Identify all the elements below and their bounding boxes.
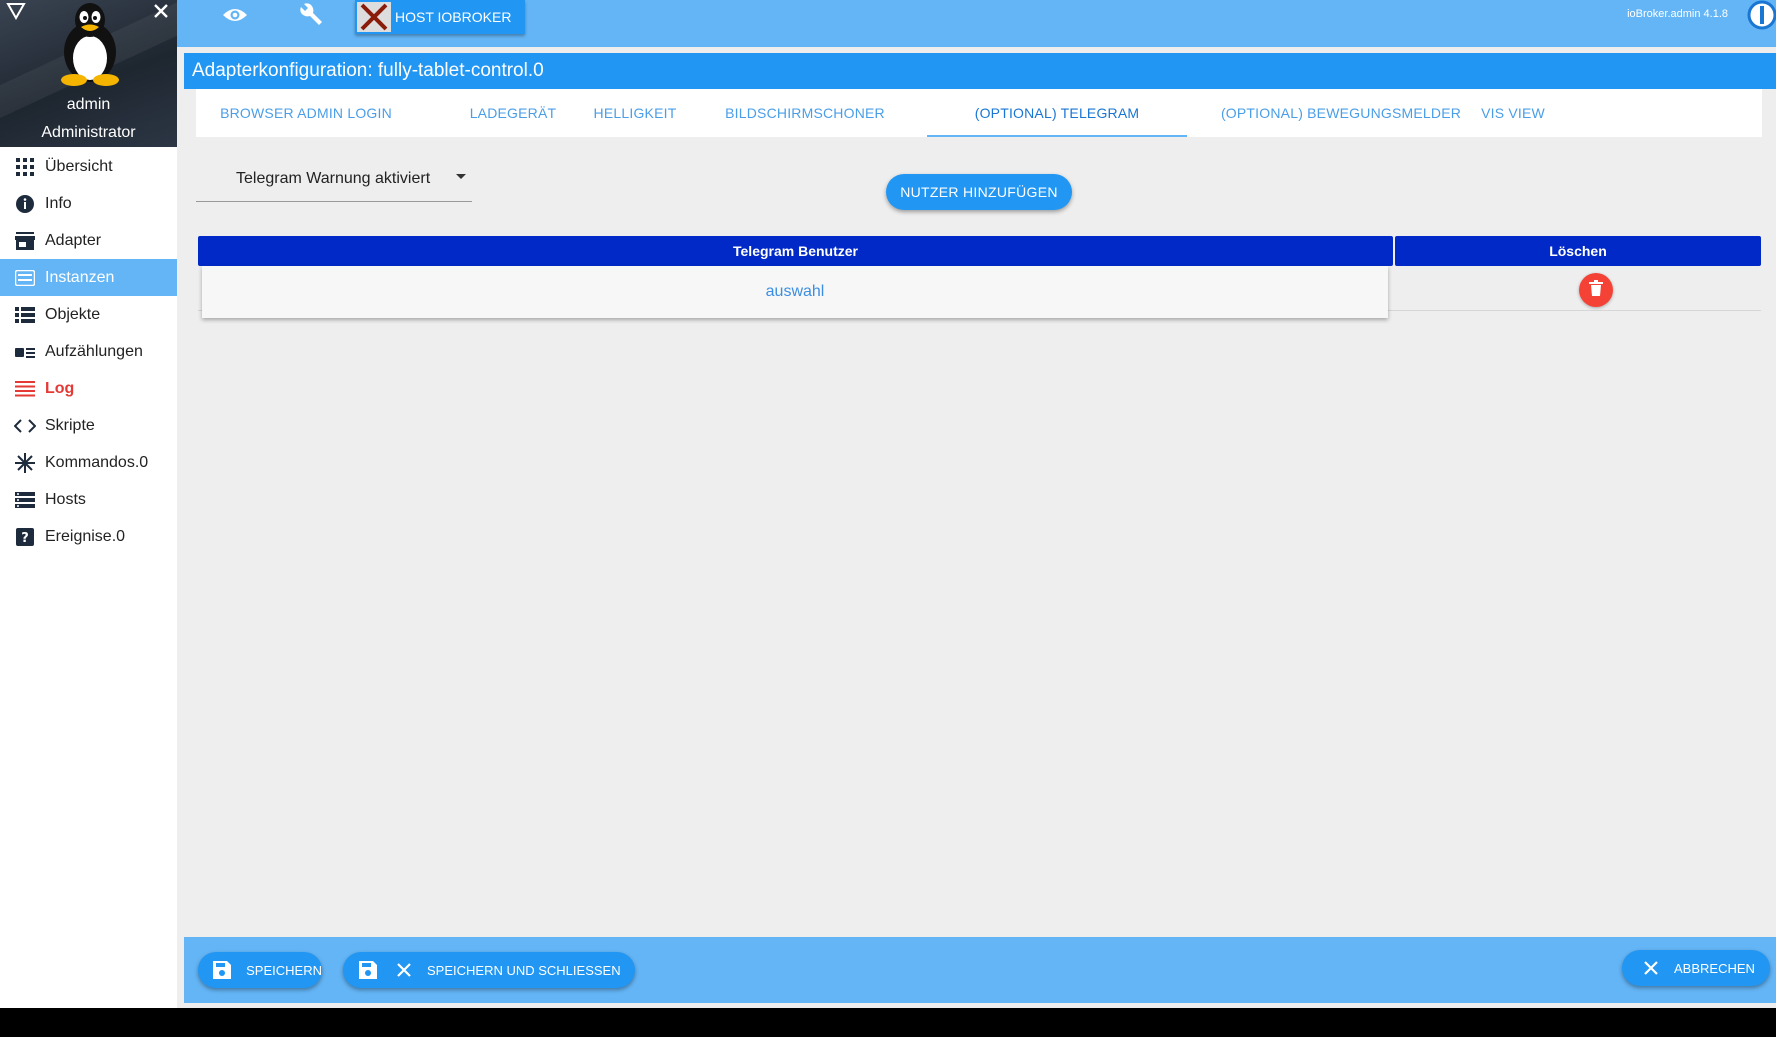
config-tabs: BROWSER ADMIN LOGIN LADEGERÄT HELLIGKEIT… xyxy=(196,89,1762,137)
snowflake-icon xyxy=(14,452,36,474)
iobroker-logo-icon xyxy=(1742,0,1776,32)
sidebar-item-scripts[interactable]: Skripte xyxy=(0,407,177,444)
page-title: Adapterkonfiguration: fully-tablet-contr… xyxy=(184,53,1776,89)
sidebar-item-log[interactable]: Log xyxy=(0,370,177,407)
bottom-action-bar: SPEICHERN SPEICHERN UND SCHLIESSEN ABBRE… xyxy=(184,937,1776,1003)
instances-icon xyxy=(14,267,36,289)
save-and-close-button[interactable]: SPEICHERN UND SCHLIESSEN xyxy=(343,952,635,988)
trash-icon xyxy=(1589,279,1603,301)
close-icon xyxy=(393,959,415,981)
sidebar-item-label: Ereignise.0 xyxy=(45,527,126,545)
bottom-strip xyxy=(0,1008,1776,1037)
host-status-x-icon xyxy=(357,2,391,32)
tab-ladegeraet[interactable]: LADEGERÄT xyxy=(458,89,568,137)
host-button[interactable]: HOST IOBROKER xyxy=(355,0,525,34)
sidebar-item-label: Kommandos.0 xyxy=(45,453,149,471)
sidebar-nav: Übersicht Info Adapter Instanzen Objekte xyxy=(0,148,177,555)
add-user-button[interactable]: NUTZER HINZUFÜGEN xyxy=(886,174,1072,210)
top-toolbar: HOST IOBROKER ioBroker.admin 4.1.8 xyxy=(177,0,1776,47)
user-panel: admin Administrator xyxy=(0,0,177,147)
column-header-user: Telegram Benutzer xyxy=(198,236,1393,266)
sidebar-item-label: Skripte xyxy=(45,416,95,434)
tab-browser-admin-login[interactable]: BROWSER ADMIN LOGIN xyxy=(206,89,406,137)
svg-text:?: ? xyxy=(21,531,29,546)
cancel-label: ABBRECHEN xyxy=(1674,960,1755,976)
sidebar-item-hosts[interactable]: Hosts xyxy=(0,481,177,518)
sidebar-item-label: Info xyxy=(45,194,72,212)
enum-icon xyxy=(14,341,36,363)
sidebar-item-label: Aufzählungen xyxy=(45,342,143,360)
save-label: SPEICHERN xyxy=(246,962,322,978)
cancel-button[interactable]: ABBRECHEN xyxy=(1622,950,1770,986)
sidebar-item-objects[interactable]: Objekte xyxy=(0,296,177,333)
help-icon: ? xyxy=(14,526,36,548)
column-header-delete: Löschen xyxy=(1395,236,1761,266)
user-role: Administrator xyxy=(41,124,136,141)
sidebar: admin Administrator Übersicht Info Adapt… xyxy=(0,0,177,1008)
store-icon xyxy=(14,230,36,252)
sidebar-item-enums[interactable]: Aufzählungen xyxy=(0,333,177,370)
floppy-icon xyxy=(212,959,232,981)
eye-icon[interactable] xyxy=(217,2,253,28)
tab-bildschirmschoner[interactable]: BILDSCHIRMSCHONER xyxy=(705,89,905,137)
hosts-icon xyxy=(14,489,36,511)
sidebar-item-label: Objekte xyxy=(45,305,101,323)
grid-icon xyxy=(14,156,36,178)
app-version: ioBroker.admin 4.1.8 xyxy=(1627,8,1728,20)
sidebar-item-label: Adapter xyxy=(45,231,102,249)
delete-row-button[interactable] xyxy=(1579,273,1613,307)
telegram-warning-select[interactable]: Telegram Warnung aktiviert xyxy=(196,160,472,202)
sidebar-item-adapter[interactable]: Adapter xyxy=(0,222,177,259)
sidebar-item-overview[interactable]: Übersicht xyxy=(0,148,177,185)
sidebar-item-commands[interactable]: Kommandos.0 xyxy=(0,444,177,481)
sidebar-item-label: Hosts xyxy=(45,490,86,508)
select-value: Telegram Warnung aktiviert xyxy=(236,170,431,187)
user-select-cell[interactable]: auswahl xyxy=(202,266,1388,318)
tab-optional-bewegungsmelder[interactable]: (OPTIONAL) BEWEGUNGSMELDER xyxy=(1196,89,1486,137)
host-label: HOST IOBROKER xyxy=(395,9,512,25)
floppy-icon xyxy=(357,959,379,981)
save-close-label: SPEICHERN UND SCHLIESSEN xyxy=(427,962,621,978)
sidebar-item-label: Instanzen xyxy=(45,268,115,286)
log-icon xyxy=(14,378,36,400)
user-name: admin xyxy=(66,96,111,113)
close-sidebar-icon[interactable] xyxy=(150,0,172,22)
code-icon xyxy=(14,415,36,437)
list-icon xyxy=(14,304,36,326)
sidebar-item-label: Log xyxy=(45,379,75,397)
wrench-icon[interactable] xyxy=(294,2,330,28)
sidebar-item-label: Übersicht xyxy=(45,157,113,175)
tab-vis-view[interactable]: VIS VIEW xyxy=(1453,89,1573,137)
sidebar-item-events[interactable]: ? Ereignise.0 xyxy=(0,518,177,555)
tab-helligkeit[interactable]: HELLIGKEIT xyxy=(580,89,690,137)
main-content: HOST IOBROKER ioBroker.admin 4.1.8 Adapt… xyxy=(177,0,1776,1008)
sidebar-item-info[interactable]: Info xyxy=(0,185,177,222)
info-icon xyxy=(14,193,36,215)
tab-optional-telegram[interactable]: (OPTIONAL) TELEGRAM xyxy=(927,89,1187,137)
sidebar-item-instances[interactable]: Instanzen xyxy=(0,259,177,296)
triangle-menu-icon[interactable] xyxy=(6,2,26,21)
close-icon xyxy=(1640,957,1662,979)
tux-avatar-icon xyxy=(50,0,130,88)
dropdown-arrow-icon xyxy=(456,174,466,179)
save-button[interactable]: SPEICHERN xyxy=(198,952,322,988)
